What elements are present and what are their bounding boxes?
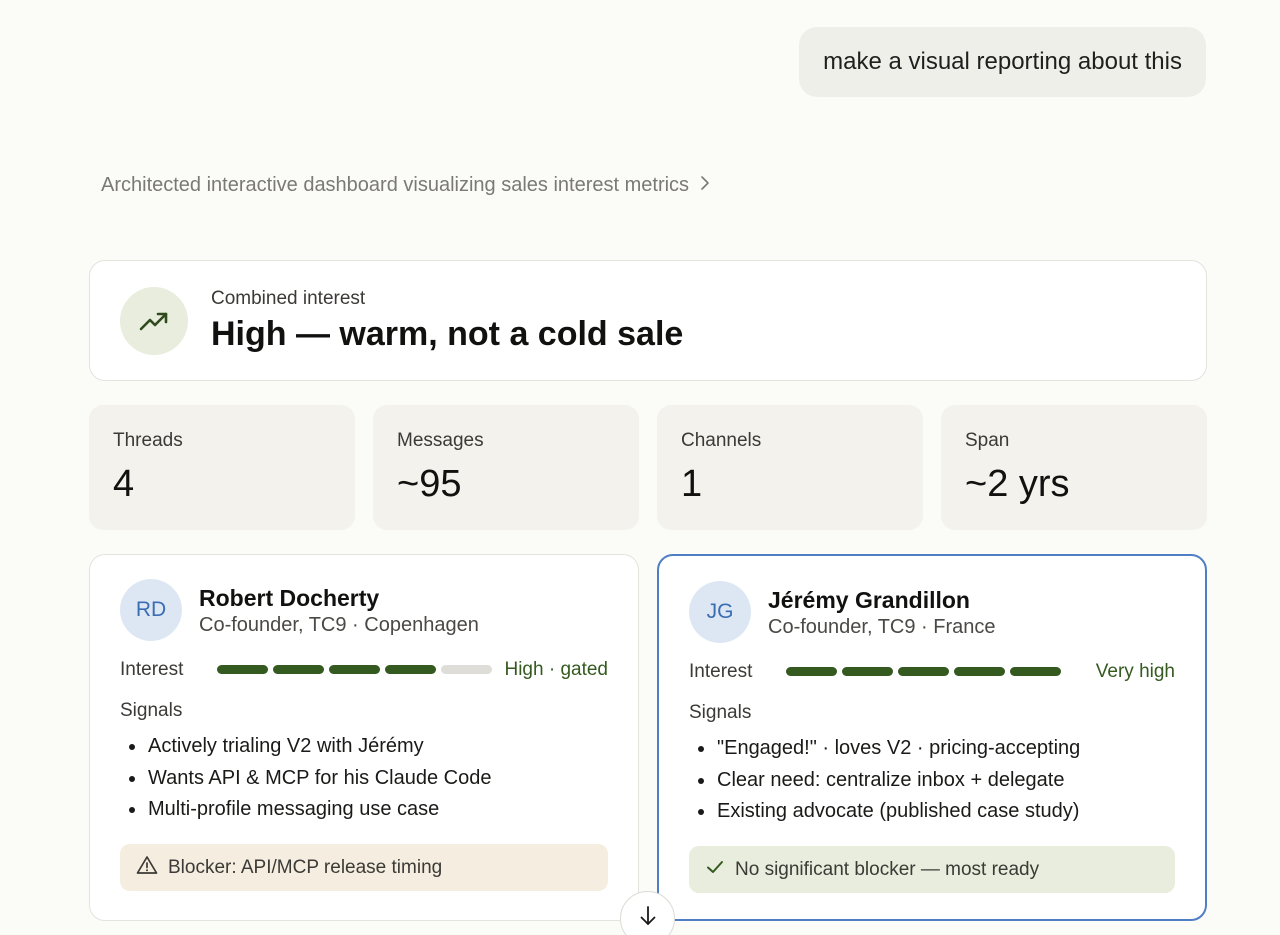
interest-meter — [217, 665, 492, 674]
trending-up-icon — [120, 287, 188, 355]
interest-segment — [1010, 667, 1061, 676]
warning-icon — [136, 855, 158, 881]
interest-segment — [385, 665, 436, 674]
signals-label: Signals — [120, 700, 183, 721]
combined-interest-card: Combined interest High — warm, not a col… — [89, 260, 1207, 381]
person-name: Jérémy Grandillon — [768, 587, 970, 613]
person-card-robert[interactable]: RD Robert Docherty Co-founder, TC9 · Cop… — [89, 554, 639, 921]
list-item: Wants API & MCP for his Claude Code — [129, 763, 492, 795]
stat-value: ~2 yrs — [965, 463, 1070, 505]
combined-interest-label: Combined interest — [211, 288, 366, 309]
signals-list: "Engaged!" · loves V2 · pricing-acceptin… — [697, 733, 1080, 828]
blocker-note: Blocker: API/MCP release timing — [120, 844, 608, 891]
interest-segment — [273, 665, 324, 674]
stat-label: Channels — [681, 430, 762, 451]
interest-segment — [954, 667, 1005, 676]
list-item: Actively trialing V2 with Jérémy — [129, 731, 492, 763]
signals-label: Signals — [689, 702, 752, 723]
stat-card-threads: Threads 4 — [89, 405, 355, 530]
user-message-bubble: make a visual reporting about this — [799, 27, 1206, 97]
person-card-jeremy[interactable]: JG Jérémy Grandillon Co-founder, TC9 · F… — [657, 554, 1207, 921]
person-role: Co-founder, TC9 · France — [768, 616, 996, 638]
interest-meter — [786, 667, 1061, 676]
interest-segment — [842, 667, 893, 676]
list-item: "Engaged!" · loves V2 · pricing-acceptin… — [697, 733, 1080, 765]
interest-segment — [786, 667, 837, 676]
combined-interest-value: High — warm, not a cold sale — [211, 315, 684, 353]
avatar: RD — [120, 579, 182, 641]
interest-level-text: Very high — [1095, 661, 1175, 682]
stat-card-messages: Messages ~95 — [373, 405, 639, 530]
stat-value: 1 — [681, 463, 703, 505]
interest-segment — [441, 665, 492, 674]
blocker-note-text: Blocker: API/MCP release timing — [168, 856, 443, 878]
arrow-down-icon — [639, 905, 657, 932]
list-item: Multi-profile messaging use case — [129, 794, 492, 826]
check-icon — [705, 859, 725, 881]
thinking-summary-text: Architected interactive dashboard visual… — [101, 174, 690, 196]
user-message-text: make a visual reporting about this — [823, 48, 1182, 75]
thinking-summary-toggle[interactable]: Architected interactive dashboard visual… — [101, 174, 711, 197]
stat-label: Messages — [397, 430, 484, 451]
list-item: Clear need: centralize inbox + delegate — [697, 765, 1080, 797]
interest-segment — [329, 665, 380, 674]
stat-card-channels: Channels 1 — [657, 405, 923, 530]
stat-value: 4 — [113, 463, 135, 505]
avatar: JG — [689, 581, 751, 643]
no-blocker-note: No significant blocker — most ready — [689, 846, 1175, 893]
interest-label: Interest — [689, 661, 753, 682]
interest-level-text: High · gated — [504, 659, 608, 680]
interest-label: Interest — [120, 659, 184, 680]
signals-list: Actively trialing V2 with Jérémy Wants A… — [129, 731, 492, 826]
stat-card-span: Span ~2 yrs — [941, 405, 1207, 530]
person-role: Co-founder, TC9 · Copenhagen — [199, 614, 479, 636]
person-name: Robert Docherty — [199, 585, 380, 611]
stat-label: Span — [965, 430, 1010, 451]
stat-label: Threads — [113, 430, 183, 451]
no-blocker-note-text: No significant blocker — most ready — [735, 858, 1040, 880]
interest-segment — [217, 665, 268, 674]
stat-value: ~95 — [397, 463, 462, 505]
interest-segment — [898, 667, 949, 676]
chevron-right-icon — [699, 174, 711, 197]
list-item: Existing advocate (published case study) — [697, 796, 1080, 828]
